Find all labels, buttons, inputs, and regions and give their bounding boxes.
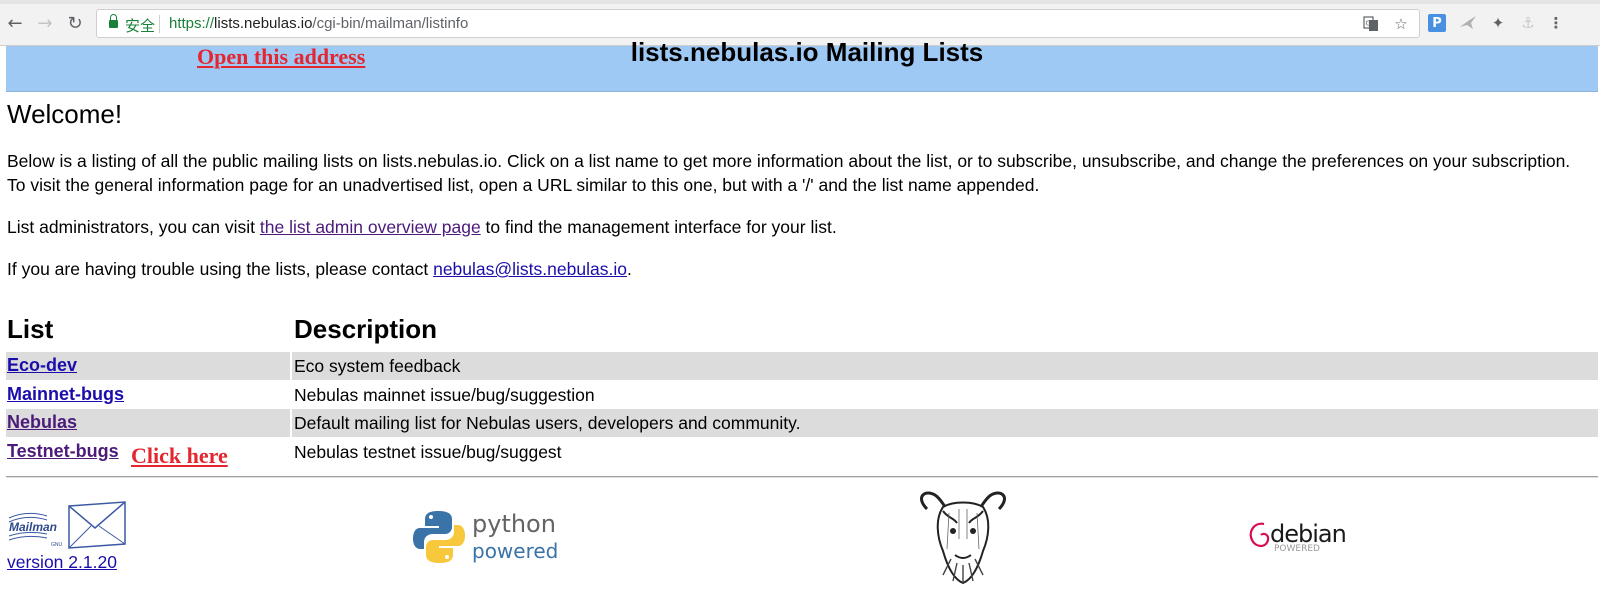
url-path: /cgi-bin/mailman/listinfo	[312, 15, 469, 32]
table-row: Eco-dev Eco system feedback	[6, 352, 1598, 380]
table-row: Mainnet-bugs Nebulas mainnet issue/bug/s…	[6, 381, 1598, 409]
url-scheme: https://	[169, 15, 215, 32]
mailman-logo[interactable]: Mailman GNU	[7, 500, 127, 550]
debian-logo-sub: POWERED	[1274, 544, 1320, 554]
footer-divider	[6, 476, 1598, 478]
debian-powered-logo[interactable]: debian POWERED	[1248, 518, 1348, 554]
contact-prefix: If you are having trouble using the list…	[7, 259, 434, 279]
url-host: lists.nebulas.io	[214, 15, 313, 32]
table-row: Nebulas Default mailing list for Nebulas…	[6, 409, 1598, 437]
translate-icon[interactable]: G	[1361, 14, 1381, 34]
address-bar[interactable]: 安全 https://lists.nebulas.io/cgi-bin/mail…	[96, 9, 1420, 38]
extension-p-icon[interactable]: P	[1428, 14, 1446, 32]
python-logo-sub: powered	[472, 539, 557, 563]
welcome-heading: Welcome!	[7, 99, 123, 129]
contact-suffix: .	[626, 259, 632, 279]
extension-puzzle-icon[interactable]: ⚓	[1518, 13, 1538, 33]
reload-icon[interactable]: ↻	[64, 12, 86, 34]
list-description: Eco system feedback	[294, 356, 461, 376]
cell-divider	[290, 352, 292, 380]
description-column-header: Description	[294, 314, 438, 344]
mailman-logo-text: Mailman	[9, 520, 57, 534]
list-link-mainnet-bugs[interactable]: Mainnet-bugs	[7, 384, 124, 405]
page-title: lists.nebulas.io Mailing Lists	[630, 37, 984, 67]
back-icon[interactable]: ←	[4, 12, 26, 34]
cell-divider	[290, 409, 292, 437]
list-link-testnet-bugs[interactable]: Testnet-bugs	[7, 441, 119, 462]
svg-text:G: G	[1366, 20, 1371, 28]
list-description: Nebulas testnet issue/bug/suggest	[294, 442, 562, 462]
bookmark-star-icon[interactable]: ☆	[1391, 14, 1411, 34]
cell-divider	[290, 438, 292, 466]
click-here-annotation: Click here	[131, 443, 228, 468]
python-powered-logo[interactable]: python powered	[412, 508, 558, 566]
tab-strip	[0, 0, 1600, 4]
url-text[interactable]: https://lists.nebulas.io/cgi-bin/mailman…	[169, 15, 468, 32]
admin-overview-link[interactable]: the list admin overview page	[260, 217, 481, 237]
version-link[interactable]: version 2.1.20	[7, 552, 117, 573]
list-link-eco-dev[interactable]: Eco-dev	[7, 355, 77, 376]
intro-paragraph: Below is a listing of all the public mai…	[7, 151, 1571, 195]
admin-paragraph: List administrators, you can visit the l…	[7, 215, 1577, 239]
address-separator	[159, 15, 160, 33]
gnu-head-logo[interactable]	[913, 489, 1013, 587]
contact-paragraph: If you are having trouble using the list…	[7, 257, 1577, 281]
menu-icon[interactable]: ⋮	[1546, 13, 1566, 33]
list-column-header: List	[7, 314, 54, 344]
admin-suffix: to find the management interface for you…	[480, 217, 837, 237]
lock-icon[interactable]	[109, 14, 118, 28]
list-description: Default mailing list for Nebulas users, …	[294, 413, 801, 433]
admin-prefix: List administrators, you can visit	[7, 217, 260, 237]
list-description: Nebulas mainnet issue/bug/suggestion	[294, 385, 595, 405]
extension-bird-icon[interactable]	[1458, 13, 1478, 33]
contact-email-link[interactable]: nebulas@lists.nebulas.io	[433, 259, 627, 279]
python-logo-text: python	[472, 510, 556, 538]
secure-label: 安全	[125, 17, 156, 35]
mailman-logo-sub: GNU	[51, 542, 63, 548]
extension-compass-icon[interactable]: ✦	[1488, 13, 1508, 33]
open-address-annotation: Open this address	[197, 44, 366, 69]
table-row: Testnet-bugs Nebulas testnet issue/bug/s…	[6, 438, 1598, 466]
forward-icon[interactable]: →	[34, 12, 56, 34]
cell-divider	[290, 381, 292, 409]
list-link-nebulas[interactable]: Nebulas	[7, 412, 77, 433]
